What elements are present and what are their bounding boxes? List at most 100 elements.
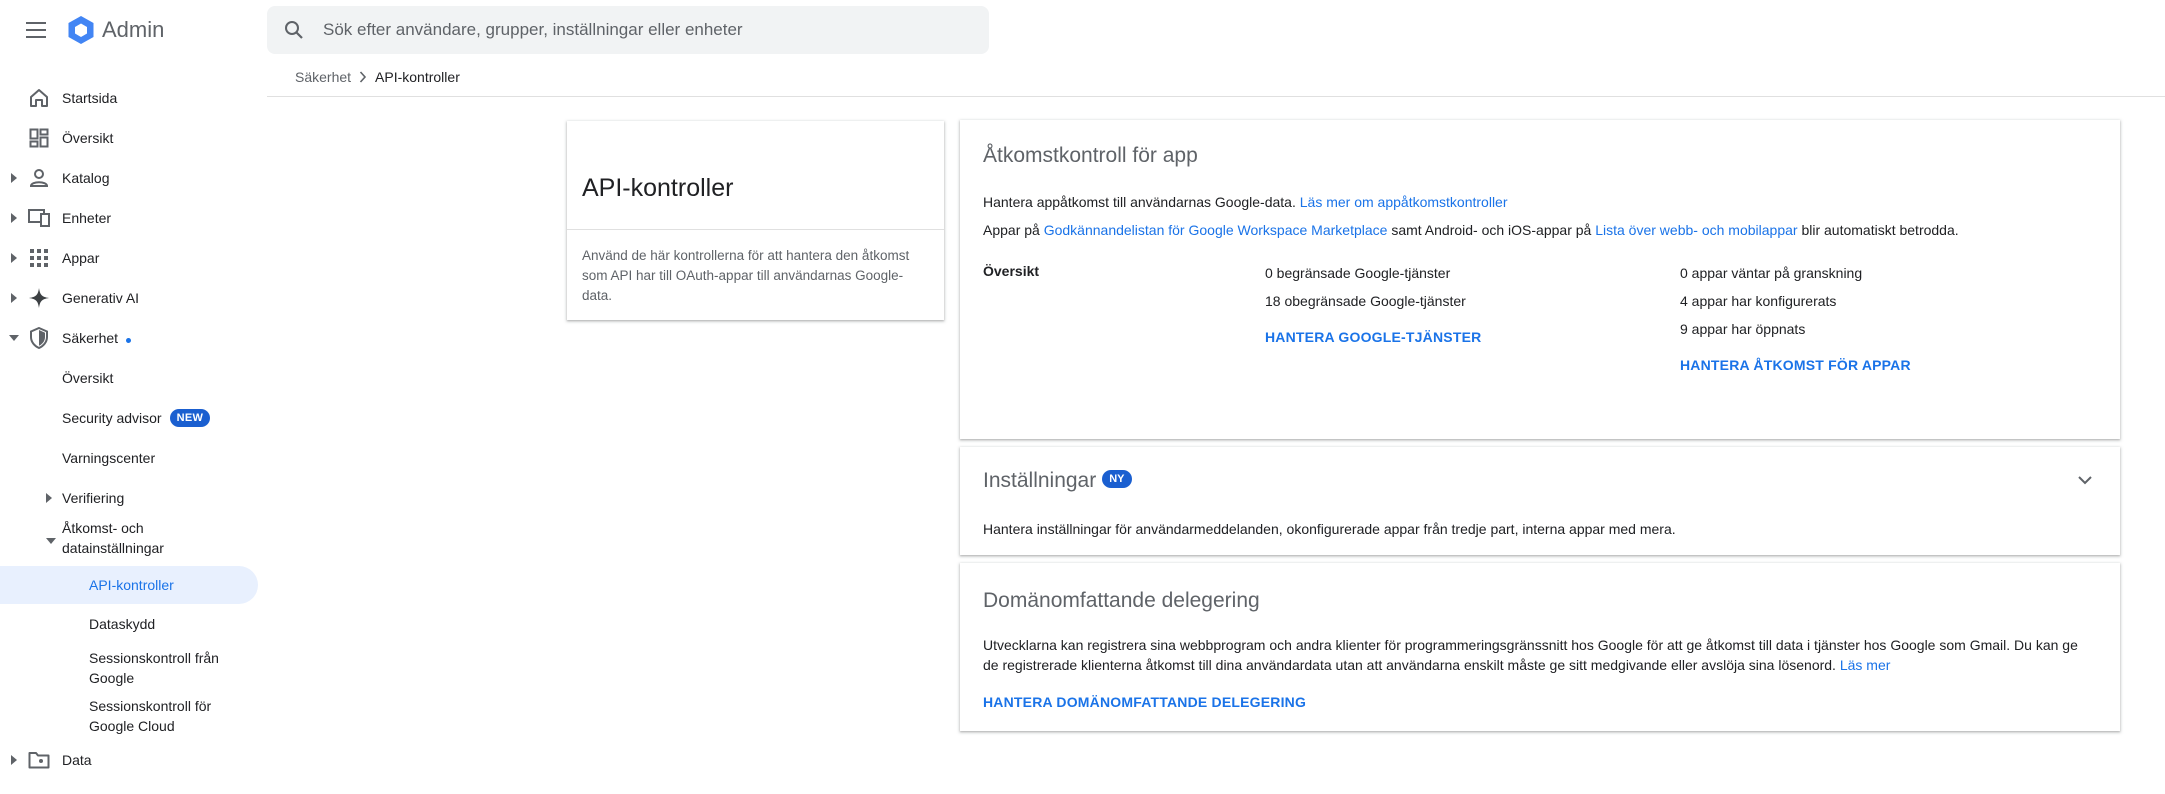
devices-icon bbox=[27, 206, 51, 230]
label-line-2: Google Cloud bbox=[89, 718, 175, 734]
sidebar-item-label: Generativ AI bbox=[62, 290, 140, 306]
description-text: Utvecklarna kan registrera sina webbprog… bbox=[983, 637, 2078, 653]
description-text: Hantera appåtkomst till användarnas Goog… bbox=[983, 194, 1300, 210]
api-controls-info-card: API-kontroller Använd de här kontrollern… bbox=[567, 121, 944, 320]
manage-domain-wide-delegation-button[interactable]: HANTERA DOMÄNOMFATTANDE DELEGERING bbox=[983, 694, 1306, 710]
apps-pending-review-link[interactable]: 0 appar väntar på granskning bbox=[1680, 265, 1862, 281]
trusted-apps-description: Appar på Godkännandelistan för Google Wo… bbox=[983, 220, 1959, 240]
sidebar-item-label: Enheter bbox=[62, 210, 112, 226]
delegation-description: Utvecklarna kan registrera sina webbprog… bbox=[983, 635, 2078, 675]
manage-app-access-button[interactable]: HANTERA ÅTKOMST FÖR APPAR bbox=[1680, 357, 1911, 373]
card-title-wrap: Inställningar NY bbox=[983, 469, 1132, 493]
sidebar-sub-item-label: Varningscenter bbox=[62, 450, 156, 466]
card-title: Åtkomstkontroll för app bbox=[983, 144, 1198, 167]
sidebar-item-label-wrap: Säkerhet bbox=[62, 330, 132, 346]
sidebar-sub-item-verification[interactable]: Verifiering bbox=[0, 478, 258, 518]
expand-arrow-icon[interactable] bbox=[8, 158, 20, 198]
learn-more-app-access-link[interactable]: Läs mer om appåtkomstkontroller bbox=[1300, 194, 1508, 210]
home-icon bbox=[27, 86, 51, 110]
chevron-down-icon bbox=[2078, 475, 2092, 484]
admin-logo[interactable]: Admin bbox=[66, 15, 164, 45]
sidebar-sub-item-alert-center[interactable]: Varningscenter bbox=[0, 438, 258, 478]
label-line-1: Åtkomst- och bbox=[62, 520, 144, 536]
card-title: Inställningar bbox=[983, 469, 1097, 492]
sidebar-item-generative-ai[interactable]: Generativ AI bbox=[0, 278, 258, 318]
sidebar-sub-item-label: Verifiering bbox=[62, 490, 125, 506]
sidebar-sub-item-data-protection[interactable]: Dataskydd bbox=[0, 604, 258, 644]
description-text: samt Android- och iOS-appar på bbox=[1387, 222, 1596, 238]
sidebar-item-security[interactable]: Säkerhet bbox=[0, 318, 258, 358]
learn-more-delegation-link[interactable]: Läs mer bbox=[1840, 657, 1891, 673]
label-line-1: Sessionskontroll för bbox=[89, 698, 212, 714]
chevron-right-icon bbox=[359, 71, 367, 83]
restricted-services-count: 0 begränsade Google-tjänster bbox=[1265, 265, 1451, 281]
app-title: Admin bbox=[102, 17, 165, 42]
settings-card[interactable]: Inställningar NY Hantera inställningar fö… bbox=[960, 447, 2120, 555]
new-badge: NEW bbox=[169, 409, 211, 427]
sidebar-sub-item-session-control-google[interactable]: Sessionskontroll från Google bbox=[0, 644, 258, 692]
configured-apps-count: 4 appar har konfigurerats bbox=[1680, 293, 1837, 309]
search-button[interactable] bbox=[267, 6, 321, 54]
sidebar-sub-item-security-advisor[interactable]: Security advisor NEW bbox=[0, 398, 258, 438]
sidebar-item-directory[interactable]: Katalog bbox=[0, 158, 258, 198]
description-text: blir automatiskt betrodda. bbox=[1797, 222, 1959, 238]
breadcrumb-current: API-kontroller bbox=[375, 69, 460, 85]
collapse-arrow-icon[interactable] bbox=[46, 524, 56, 544]
folder-icon bbox=[27, 748, 51, 772]
overview-label: Översikt bbox=[983, 263, 1040, 279]
expand-arrow-icon[interactable] bbox=[8, 740, 20, 780]
expand-arrow-icon[interactable] bbox=[8, 198, 20, 238]
page-title: API-kontroller bbox=[582, 174, 734, 202]
search-icon bbox=[285, 21, 303, 39]
sidebar-sub-item-label: API-kontroller bbox=[89, 577, 174, 593]
expand-arrow-icon[interactable] bbox=[8, 278, 20, 318]
notification-dot bbox=[126, 338, 132, 343]
sidebar-item-overview[interactable]: Översikt bbox=[0, 118, 258, 158]
expand-arrow-icon[interactable] bbox=[46, 478, 52, 518]
top-bar: Admin bbox=[0, 0, 2165, 58]
sidebar-item-label: Översikt bbox=[62, 130, 114, 146]
manage-google-services-button[interactable]: HANTERA GOOGLE-TJÄNSTER bbox=[1265, 329, 1481, 345]
label-line-2: Google bbox=[89, 670, 135, 686]
sidebar-item-devices[interactable]: Enheter bbox=[0, 198, 258, 238]
web-mobile-apps-list-link[interactable]: Lista över webb- och mobilappar bbox=[1595, 222, 1797, 238]
opened-apps-count: 9 appar har öppnats bbox=[1680, 321, 1806, 337]
sidebar-sub-item-session-control-cloud[interactable]: Sessionskontroll för Google Cloud bbox=[0, 692, 258, 740]
sidebar: Startsida Översikt Katalog Enheter Appar… bbox=[0, 78, 258, 780]
search-input[interactable] bbox=[321, 19, 965, 41]
breadcrumb: Säkerhet API-kontroller bbox=[267, 58, 2165, 97]
dashboard-icon bbox=[27, 126, 51, 150]
sidebar-sub-item-label: Dataskydd bbox=[89, 616, 156, 632]
main-menu-button[interactable] bbox=[22, 15, 52, 45]
sidebar-item-label: Säkerhet bbox=[62, 330, 119, 346]
sparkle-icon bbox=[27, 286, 51, 310]
new-badge: NY bbox=[1102, 470, 1132, 489]
hamburger-menu-icon bbox=[26, 22, 46, 38]
domain-wide-delegation-card: Domänomfattande delegering Utvecklarna k… bbox=[960, 563, 2120, 731]
expand-arrow-icon[interactable] bbox=[8, 238, 20, 278]
app-access-control-card: Åtkomstkontroll för app Hantera appåtkom… bbox=[960, 120, 2120, 439]
description-text: de registrerade klienterna åtkomst till … bbox=[983, 657, 1840, 673]
search-bar[interactable] bbox=[267, 6, 989, 54]
collapse-arrow-icon[interactable] bbox=[8, 318, 20, 358]
shield-icon bbox=[27, 326, 51, 350]
sidebar-sub-item-label: Åtkomst- och datainställningar bbox=[62, 518, 164, 558]
marketplace-allowlist-link[interactable]: Godkännandelistan för Google Workspace M… bbox=[1044, 222, 1388, 238]
description-text: Appar på bbox=[983, 222, 1044, 238]
apps-grid-icon bbox=[27, 246, 51, 270]
sidebar-item-home[interactable]: Startsida bbox=[0, 78, 258, 118]
sidebar-item-apps[interactable]: Appar bbox=[0, 238, 258, 278]
sidebar-sub-item-access-data-settings[interactable]: Åtkomst- och datainställningar bbox=[0, 518, 258, 566]
app-access-description: Hantera appåtkomst till användarnas Goog… bbox=[983, 192, 1508, 212]
sidebar-sub-item-label: Översikt bbox=[62, 370, 114, 386]
label-line-1: Sessionskontroll från bbox=[89, 650, 219, 666]
sidebar-sub-item-overview[interactable]: Översikt bbox=[0, 358, 258, 398]
sidebar-item-label: Data bbox=[62, 752, 92, 768]
divider bbox=[567, 229, 944, 230]
label-line-2: datainställningar bbox=[62, 540, 164, 556]
sidebar-item-data[interactable]: Data bbox=[0, 740, 258, 780]
sidebar-sub-item-api-controls[interactable]: API-kontroller bbox=[0, 566, 258, 604]
breadcrumb-link-security[interactable]: Säkerhet bbox=[295, 69, 351, 85]
person-icon bbox=[27, 166, 51, 190]
expand-settings-button[interactable] bbox=[2072, 467, 2098, 493]
